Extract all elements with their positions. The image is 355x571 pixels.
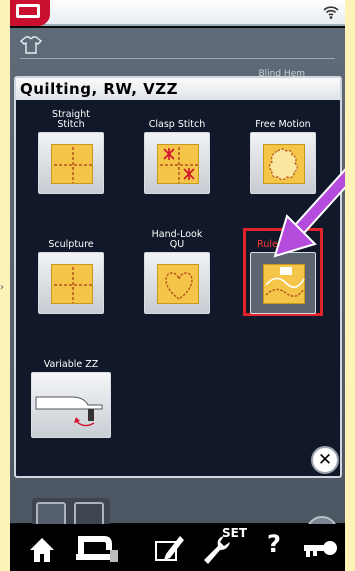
stitch-straight[interactable]: Straight Stitch bbox=[26, 108, 116, 194]
sewing-machine-icon[interactable] bbox=[74, 532, 120, 564]
help-icon[interactable]: ? bbox=[267, 530, 281, 558]
embroidery-edit-icon[interactable] bbox=[152, 532, 186, 564]
stitch-label: Straight Stitch bbox=[52, 109, 90, 130]
annotation-arrow bbox=[273, 168, 345, 258]
stitch-sculpture[interactable]: Sculpture bbox=[26, 228, 116, 314]
clasp-stitch-icon[interactable] bbox=[144, 132, 210, 194]
wifi-icon bbox=[323, 6, 339, 19]
device-screen: Blind Hem Quilting, RW, VZZ Straight Sti… bbox=[10, 0, 345, 571]
stitch-category-dialog: Quilting, RW, VZZ Straight Stitch Clasp … bbox=[14, 76, 342, 478]
variable-zz-icon[interactable] bbox=[31, 372, 111, 438]
settings-label: SET bbox=[222, 526, 248, 540]
sculpture-icon[interactable] bbox=[38, 252, 104, 314]
side-indicator: › bbox=[0, 282, 4, 293]
hand-look-quilting-icon[interactable] bbox=[144, 252, 210, 314]
stitch-label: Clasp Stitch bbox=[148, 119, 206, 130]
stitch-hand-look[interactable]: Hand-Look QU bbox=[132, 228, 222, 314]
bottom-toolbar: SET ? bbox=[10, 524, 345, 571]
stitch-label: Free Motion bbox=[255, 119, 311, 130]
main-screen: Blind Hem Quilting, RW, VZZ Straight Sti… bbox=[10, 28, 345, 548]
key-icon[interactable] bbox=[300, 532, 340, 564]
stitch-clasp[interactable]: Clasp Stitch bbox=[132, 108, 222, 194]
dialog-title: Quilting, RW, VZZ bbox=[16, 78, 340, 100]
status-bar bbox=[10, 0, 345, 26]
stitch-label: Hand-Look QU bbox=[151, 229, 203, 250]
machine-icon[interactable] bbox=[10, 0, 50, 26]
divider bbox=[20, 58, 335, 59]
home-icon[interactable] bbox=[28, 532, 56, 564]
straight-stitch-icon[interactable] bbox=[38, 132, 104, 194]
stitch-variable-zz[interactable]: Variable ZZ bbox=[26, 348, 116, 438]
stitch-label: Variable ZZ bbox=[43, 359, 99, 370]
garment-icon[interactable] bbox=[20, 36, 42, 54]
dialog-close-button[interactable]: ✕ bbox=[311, 446, 339, 474]
stitch-grid: Straight Stitch Clasp Stitch Free Motion… bbox=[16, 100, 340, 474]
stitch-label: Sculpture bbox=[48, 239, 94, 250]
